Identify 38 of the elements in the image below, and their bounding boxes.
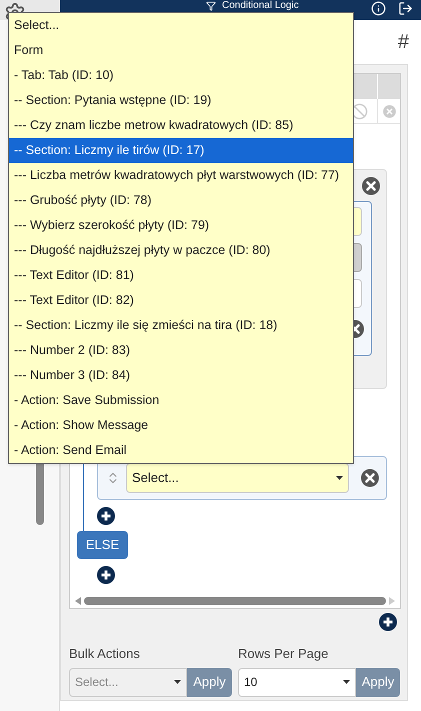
- info-icon[interactable]: [371, 1, 386, 16]
- menu-item[interactable]: --- Długość najdłuższej płyty w paczce (ID: 80): [9, 238, 353, 263]
- menu-item[interactable]: --- Text Editor (ID: 81): [9, 263, 353, 288]
- remove-icon[interactable]: [362, 177, 380, 195]
- add-icon[interactable]: [97, 566, 115, 584]
- menu-item[interactable]: -- Section: Liczmy ile tirów (ID: 17): [9, 138, 353, 163]
- menu-item[interactable]: -- Section: Liczmy ile się zmieści na tira (ID: 18): [9, 313, 353, 338]
- menu-item[interactable]: --- Text Editor (ID: 82): [9, 288, 353, 313]
- menu-item[interactable]: -- Section: Pytania wstępne (ID: 19): [9, 88, 353, 113]
- remove-icon[interactable]: [361, 469, 379, 487]
- menu-item[interactable]: - Action: Save Submission: [9, 388, 353, 413]
- menu-item[interactable]: - Action: Show Message: [9, 413, 353, 438]
- menu-item[interactable]: - Tab: Tab (ID: 10): [9, 63, 353, 88]
- exit-icon[interactable]: [398, 1, 413, 16]
- caret-icon: [343, 680, 350, 684]
- funnel-icon: [206, 1, 216, 11]
- window-title: Conditional Logic: [222, 1, 299, 11]
- caret-icon: [336, 476, 344, 480]
- menu-item[interactable]: Select...: [9, 13, 353, 38]
- menu-item[interactable]: --- Wybierz szerokość płyty (ID: 79): [9, 213, 353, 238]
- rows-per-page-label: Rows Per Page: [238, 645, 330, 663]
- column-header: #: [398, 30, 409, 55]
- menu-item[interactable]: --- Liczba metrów kwadratowych płyt warstwowych (ID: 77): [9, 163, 353, 188]
- caret-icon: [174, 680, 181, 684]
- add-icon[interactable]: [379, 613, 397, 631]
- menu-item[interactable]: --- Grubość płyty (ID: 78): [9, 188, 353, 213]
- menu-item[interactable]: --- Czy znam liczbe metrow kwadratowych (ID: 85): [9, 113, 353, 138]
- menu-item[interactable]: - Action: Send Email: [9, 438, 353, 463]
- menu-item[interactable]: Form: [9, 38, 353, 63]
- else-button[interactable]: ELSE: [77, 531, 128, 559]
- bulk-actions-label: Bulk Actions: [69, 645, 141, 663]
- action-select[interactable]: Select...: [126, 463, 350, 493]
- menu-item[interactable]: --- Number 3 (ID: 84): [9, 363, 353, 388]
- scrollbar-thumb[interactable]: [84, 597, 386, 605]
- menu-item[interactable]: --- Number 2 (ID: 83): [9, 338, 353, 363]
- add-icon[interactable]: [97, 507, 115, 525]
- rows-per-page-select[interactable]: 10: [238, 668, 356, 696]
- scroll-left-icon[interactable]: [75, 597, 81, 605]
